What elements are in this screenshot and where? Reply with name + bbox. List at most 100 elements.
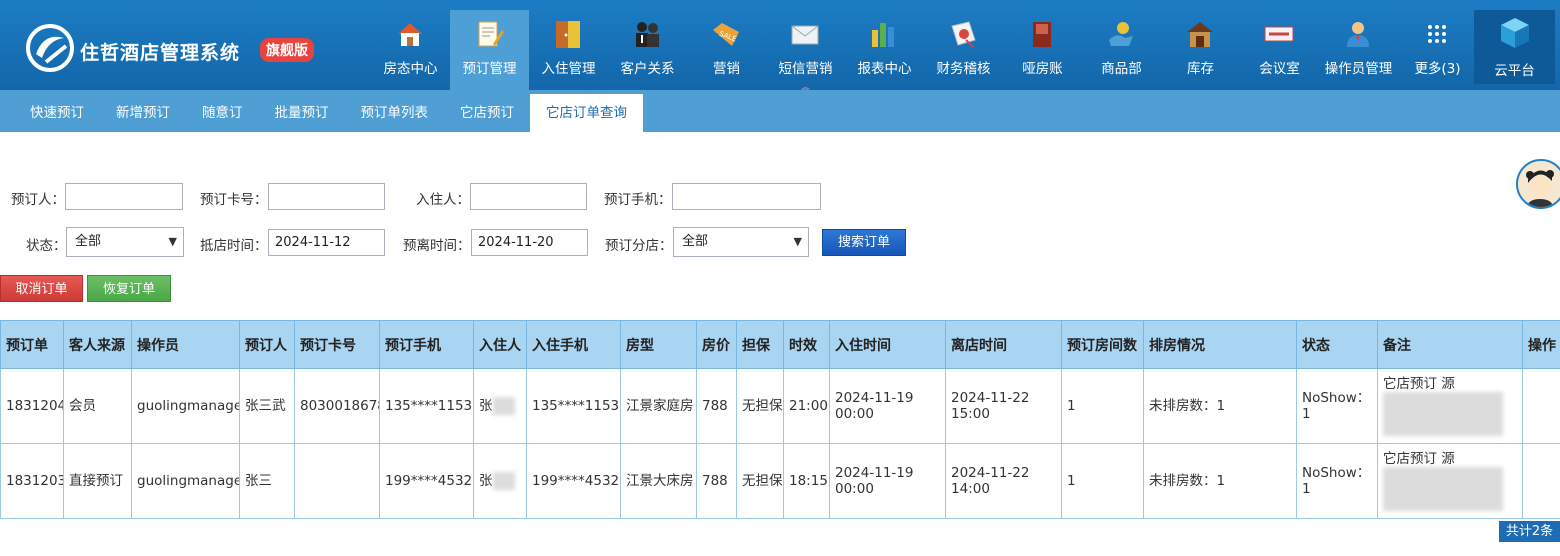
- column-header[interactable]: 入住时间: [829, 320, 946, 369]
- table-row[interactable]: 1831204 会员 guolingmanager 张三武 8030018678…: [0, 368, 1560, 444]
- nav-item-meeting-room[interactable]: 会议室: [1240, 10, 1319, 90]
- cell-guarantee: 无担保: [736, 368, 784, 444]
- nav-item-more[interactable]: 更多(3): [1398, 10, 1477, 90]
- cell-note: 它店预订 源: [1377, 443, 1523, 519]
- nav-label: 更多(3): [1414, 61, 1461, 77]
- arrive-date-input[interactable]: 2024-11-12: [268, 229, 385, 256]
- column-header[interactable]: 入住手机: [526, 320, 621, 369]
- column-header[interactable]: 排房情况: [1143, 320, 1297, 369]
- tab-other-store-order-query[interactable]: 它店订单查询: [530, 94, 643, 132]
- column-header[interactable]: 入住人: [473, 320, 527, 369]
- branch-select-value: 全部: [682, 234, 709, 249]
- search-orders-button[interactable]: 搜索订单: [822, 229, 906, 256]
- column-header[interactable]: 客人来源: [63, 320, 132, 369]
- cell-booker: 张三武: [239, 368, 295, 444]
- cell-card: 8030018678: [294, 368, 380, 444]
- guest-input[interactable]: [470, 183, 587, 210]
- column-header[interactable]: 操作员: [131, 320, 240, 369]
- nav-item-goods[interactable]: 商品部: [1082, 10, 1161, 90]
- nav-item-booking[interactable]: 预订管理: [450, 10, 529, 90]
- redacted-mark: [492, 472, 515, 490]
- nav-item-marketing[interactable]: SALE 营销: [687, 10, 766, 90]
- clipboard-pencil-icon: [478, 21, 504, 47]
- column-header[interactable]: 预订卡号: [294, 320, 380, 369]
- column-header[interactable]: 状态: [1296, 320, 1378, 369]
- cell-guest: 张: [473, 443, 527, 519]
- column-header[interactable]: 时效: [783, 320, 830, 369]
- sale-tag-icon: SALE: [713, 23, 739, 46]
- cell-rooms: 1: [1061, 443, 1144, 519]
- nav-label: 入住管理: [541, 61, 596, 77]
- tab-batch-booking[interactable]: 批量预订: [259, 90, 345, 132]
- nav-item-crm[interactable]: 客户关系: [608, 10, 687, 90]
- nav-item-dummy-account[interactable]: 哑房账: [1003, 10, 1082, 90]
- cell-source: 会员: [63, 368, 132, 444]
- column-header[interactable]: 担保: [736, 320, 784, 369]
- column-header[interactable]: 预订单: [0, 320, 64, 369]
- nav-item-room-status[interactable]: 房态中心: [371, 10, 450, 90]
- assistant-avatar[interactable]: [1516, 159, 1560, 209]
- column-header[interactable]: 预订房间数: [1061, 320, 1144, 369]
- depart-date-input[interactable]: 2024-11-20: [471, 229, 588, 256]
- phone-input[interactable]: [672, 183, 821, 210]
- cell-price: 788: [696, 443, 737, 519]
- note-text: 它店预订 源: [1383, 376, 1455, 392]
- cell-actions[interactable]: [1522, 368, 1560, 444]
- cell-guest-phone: 135****1153: [526, 368, 621, 444]
- tab-new-booking[interactable]: 新增预订: [100, 90, 186, 132]
- column-header[interactable]: 房价: [696, 320, 737, 369]
- branch-select[interactable]: 全部 ▼: [673, 227, 809, 257]
- tab-quick-booking[interactable]: 快速预订: [0, 90, 100, 132]
- cell-phone: 135****1153: [379, 368, 474, 444]
- column-header[interactable]: 离店时间: [945, 320, 1062, 369]
- tab-other-store-booking[interactable]: 它店预订: [444, 90, 530, 132]
- ledger-icon: [1033, 22, 1051, 47]
- envelope-icon: [791, 25, 819, 45]
- column-header[interactable]: 操作: [1522, 320, 1560, 369]
- column-header[interactable]: 房型: [620, 320, 697, 369]
- column-header[interactable]: 预订手机: [379, 320, 474, 369]
- door-icon: [556, 21, 580, 48]
- table-header-row: 预订单 客人来源 操作员 预订人 预订卡号 预订手机 入住人 入住手机 房型 房…: [0, 320, 1560, 369]
- cell-actions[interactable]: [1522, 443, 1560, 519]
- nav-label: 客户关系: [620, 61, 675, 77]
- phone-label: 预订手机：: [604, 192, 672, 208]
- cell-assign: 未排房数：1: [1143, 443, 1297, 519]
- depart-label: 预离时间：: [403, 238, 471, 254]
- tab-casual-booking[interactable]: 随意订: [186, 90, 259, 132]
- tab-booking-list[interactable]: 预订单列表: [345, 90, 445, 132]
- main-nav: 房态中心 预订管理 入住管理 客户关系 SALE 营销 短信营销 ︽ 报表中心 …: [371, 10, 1477, 93]
- column-header[interactable]: 备注: [1377, 320, 1523, 369]
- cell-price: 788: [696, 368, 737, 444]
- booker-input[interactable]: [65, 183, 183, 210]
- nav-item-cloud-platform[interactable]: 云平台: [1474, 10, 1555, 84]
- nav-item-operator[interactable]: 操作员管理: [1319, 10, 1398, 90]
- total-count-badge: 共计2条: [1499, 521, 1560, 542]
- cancel-order-button[interactable]: 取消订单: [0, 275, 83, 302]
- column-header[interactable]: 预订人: [239, 320, 295, 369]
- finance-icon: [951, 21, 976, 48]
- cell-room-type: 江景家庭房: [620, 368, 697, 444]
- nav-item-checkin[interactable]: 入住管理: [529, 10, 608, 90]
- card-label: 预订卡号：: [200, 192, 268, 208]
- table-row[interactable]: 1831203 直接预订 guolingmanager 张三 199****45…: [0, 443, 1560, 519]
- nav-item-reports[interactable]: 报表中心: [845, 10, 924, 90]
- card-number-input[interactable]: [268, 183, 385, 210]
- app-title: 住哲酒店管理系统: [80, 42, 241, 64]
- cell-booker: 张三: [239, 443, 295, 519]
- nav-item-finance[interactable]: 财务稽核: [924, 10, 1003, 90]
- orders-table: 预订单 客人来源 操作员 预订人 预订卡号 预订手机 入住人 入住手机 房型 房…: [0, 320, 1560, 519]
- status-select-value: 全部: [75, 234, 102, 249]
- nav-label: 财务稽核: [936, 61, 991, 77]
- status-select[interactable]: 全部 ▼: [66, 227, 184, 257]
- cell-checkin: 2024-11-19 00:00: [829, 368, 946, 444]
- nav-item-inventory[interactable]: 库存: [1161, 10, 1240, 90]
- restore-order-button[interactable]: 恢复订单: [87, 275, 171, 302]
- arrive-label: 抵店时间：: [200, 238, 268, 254]
- cell-guarantee: 无担保: [736, 443, 784, 519]
- app-logo-icon: [26, 24, 74, 72]
- nav-label: 营销: [713, 61, 740, 77]
- cell-order-id: 1831203: [0, 443, 64, 519]
- booking-subnav: 快速预订 新增预订 随意订 批量预订 预订单列表 它店预订 它店订单查询: [0, 90, 1560, 132]
- nav-item-sms[interactable]: 短信营销 ︽: [766, 10, 845, 93]
